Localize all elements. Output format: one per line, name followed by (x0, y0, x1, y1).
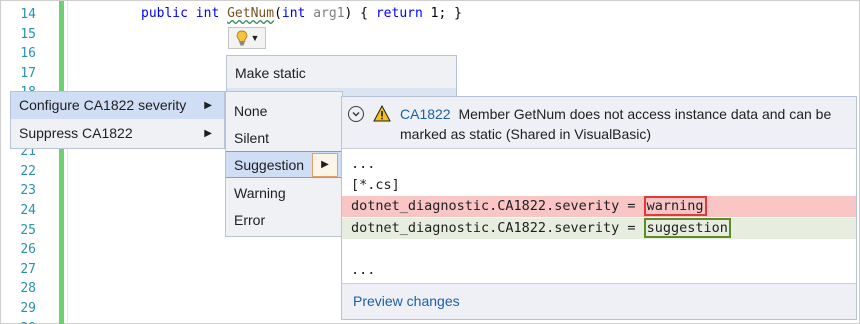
submenu-arrow-icon: ▶ (204, 128, 212, 139)
severity-item-none[interactable]: None (226, 98, 342, 125)
preview-code: ... [*.cs] dotnet_diagnostic.CA1822.seve… (342, 150, 856, 283)
code-line-14[interactable]: public int GetNum(int arg1) { return 1; … (141, 6, 462, 21)
line-number-gutter: 14 15 16 17 18 19 20 21 22 23 24 25 26 2… (2, 5, 38, 324)
preview-header: CA1822 Member GetNum does not access ins… (342, 97, 856, 149)
severity-item-warning[interactable]: Warning (226, 180, 342, 207)
added-line: dotnet_diagnostic.CA1822.severity = sugg… (342, 218, 856, 239)
chevron-down-icon (352, 111, 360, 117)
keyword: int (195, 6, 220, 21)
code-line: ... (351, 262, 376, 278)
message-text: Member GetNum does not access instance d… (400, 106, 832, 142)
menu-item-label: Error (234, 212, 266, 228)
severity-item-suggestion[interactable]: Suggestion ▶ (226, 151, 342, 178)
preview-pane: CA1822 Member GetNum does not access ins… (341, 96, 857, 320)
code-token: ) { (344, 6, 376, 21)
line-number: 29 (20, 300, 36, 316)
outline-margin (67, 1, 68, 324)
lightbulb-icon (236, 30, 247, 46)
menu-item-make-static[interactable]: Make static (235, 65, 306, 81)
added-value: suggestion (643, 218, 731, 238)
code-token: 1; } (422, 6, 462, 21)
menu-item-label: Warning (234, 185, 286, 201)
keyword: int (281, 6, 306, 21)
line-number: 26 (20, 242, 36, 258)
menu-item-configure-severity[interactable]: Configure CA1822 severity ▶ (11, 92, 224, 119)
line-number: 24 (20, 202, 36, 218)
code-line: ... (351, 156, 376, 172)
menu-item-label: Silent (234, 130, 270, 146)
menu-item-label: None (234, 103, 268, 119)
deleted-line: dotnet_diagnostic.CA1822.severity = warn… (342, 196, 856, 217)
line-number: 23 (20, 183, 36, 199)
deleted-value: warning (643, 196, 707, 216)
line-number: 27 (20, 261, 36, 277)
menu-item-label: Suggestion (234, 157, 305, 173)
preview-changes-link[interactable]: Preview changes (353, 293, 460, 309)
submenu-arrow-icon[interactable]: ▶ (312, 153, 338, 177)
line-number: 15 (20, 26, 36, 42)
menu-item-label: Configure CA1822 severity (19, 97, 187, 113)
expand-chevron-icon[interactable] (348, 106, 364, 122)
quick-actions-lightbulb-button[interactable]: ▼ (228, 27, 266, 49)
method-name[interactable]: GetNum (227, 6, 274, 21)
parameter-name: arg1 (313, 6, 345, 21)
quick-actions-menu: Make static (226, 55, 457, 91)
line-number: 17 (20, 65, 36, 81)
submenu-arrow-icon: ▶ (204, 100, 212, 111)
line-number: 16 (20, 46, 36, 62)
change-tracking-bar (59, 1, 64, 324)
configure-menu: Configure CA1822 severity ▶ Suppress CA1… (10, 91, 225, 149)
menu-item-label: Suppress CA1822 (19, 125, 133, 141)
line-number: 28 (20, 281, 36, 297)
preview-footer: Preview changes (342, 283, 856, 319)
line-number: 30 (2, 319, 38, 324)
severity-menu: None Silent Suggestion ▶ Warning Error (225, 91, 343, 237)
code-token: dotnet_diagnostic.CA1822.severity = (351, 220, 644, 236)
line-number: 22 (20, 163, 36, 179)
rule-id-link[interactable]: CA1822 (400, 106, 451, 122)
diagnostic-message: CA1822 Member GetNum does not access ins… (400, 104, 840, 144)
code-token: ( (274, 6, 282, 21)
code-line: [*.cs] (351, 177, 400, 193)
caret-down-icon: ▼ (250, 32, 260, 43)
severity-item-error[interactable]: Error (226, 207, 342, 234)
code-token: dotnet_diagnostic.CA1822.severity = (351, 198, 644, 214)
severity-item-silent[interactable]: Silent (226, 125, 342, 152)
line-number: 25 (20, 222, 36, 238)
menu-item-suppress[interactable]: Suppress CA1822 ▶ (11, 120, 224, 147)
keyword: public (141, 6, 188, 21)
keyword: return (375, 6, 423, 21)
warning-icon (373, 105, 391, 122)
line-number: 14 (20, 7, 36, 22)
